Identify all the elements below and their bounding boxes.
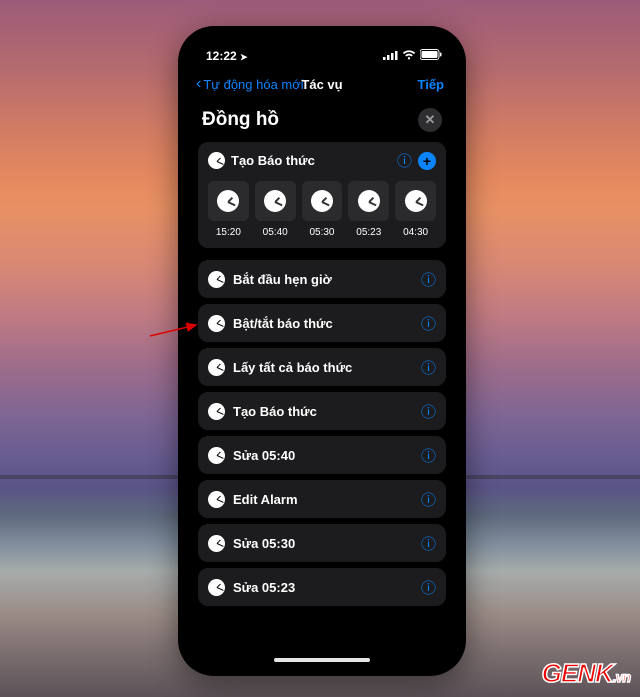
alarm-preset[interactable]: 05:23 (348, 181, 389, 238)
action-edit-alarm[interactable]: Edit Alarm ⓘ (198, 480, 446, 518)
action-edit-0530[interactable]: Sửa 05:30 ⓘ (198, 524, 446, 562)
clock-icon (208, 152, 225, 169)
info-icon[interactable]: ⓘ (421, 357, 436, 378)
alarm-preset[interactable]: 05:30 (302, 181, 343, 238)
add-button[interactable]: + (418, 152, 436, 170)
close-icon: ✕ (425, 112, 436, 128)
action-start-timer[interactable]: Bắt đầu hẹn giờ ⓘ (198, 260, 446, 298)
phone-screen: 12:22 ➤ ‹ Tự động hóa mới Tác vụ (188, 36, 456, 666)
notch (262, 36, 382, 56)
card-title: Tạo Báo thức (231, 153, 391, 168)
clock-icon (208, 447, 225, 464)
signal-icon (383, 49, 398, 63)
clock-icon (208, 491, 225, 508)
close-button[interactable]: ✕ (418, 108, 442, 132)
page-title: Đồng hồ (202, 109, 279, 131)
clock-icon (217, 190, 239, 212)
action-toggle-alarm[interactable]: Bật/tắt báo thức ⓘ (198, 304, 446, 342)
action-edit-0540[interactable]: Sửa 05:40 ⓘ (198, 436, 446, 474)
info-icon[interactable]: ⓘ (421, 489, 436, 510)
home-indicator[interactable] (274, 658, 370, 662)
nav-title: Tác vụ (301, 77, 342, 92)
clock-icon (208, 359, 225, 376)
info-icon[interactable]: ⓘ (421, 401, 436, 422)
alarm-preset[interactable]: 15:20 (208, 181, 249, 238)
phone-frame: 12:22 ➤ ‹ Tự động hóa mới Tác vụ (178, 26, 466, 676)
location-icon: ➤ (240, 52, 248, 62)
info-icon[interactable]: ⓘ (397, 150, 412, 171)
create-alarm-card: Tạo Báo thức ⓘ + 15:20 05:40 05: (198, 142, 446, 248)
clock-icon (208, 315, 225, 332)
nav-bar: ‹ Tự động hóa mới Tác vụ Tiếp (188, 70, 456, 102)
action-get-all-alarms[interactable]: Lấy tất cả báo thức ⓘ (198, 348, 446, 386)
alarm-thumbnails: 15:20 05:40 05:30 05:23 (208, 181, 436, 238)
clock-icon (405, 190, 427, 212)
watermark: GENK.vn (542, 658, 630, 689)
alarm-preset[interactable]: 04:30 (395, 181, 436, 238)
info-icon[interactable]: ⓘ (421, 445, 436, 466)
status-time: 12:22 ➤ (206, 49, 248, 63)
info-icon[interactable]: ⓘ (421, 577, 436, 598)
back-button[interactable]: ‹ Tự động hóa mới (196, 76, 304, 92)
clock-icon (208, 535, 225, 552)
clock-icon (208, 403, 225, 420)
info-icon[interactable]: ⓘ (421, 313, 436, 334)
info-icon[interactable]: ⓘ (421, 533, 436, 554)
clock-icon (311, 190, 333, 212)
chevron-left-icon: ‹ (196, 76, 201, 92)
clock-icon (208, 579, 225, 596)
wifi-icon (402, 49, 416, 63)
alarm-preset[interactable]: 05:40 (255, 181, 296, 238)
clock-icon (264, 190, 286, 212)
clock-icon (358, 190, 380, 212)
action-create-alarm[interactable]: Tạo Báo thức ⓘ (198, 392, 446, 430)
action-edit-0523[interactable]: Sửa 05:23 ⓘ (198, 568, 446, 606)
clock-icon (208, 271, 225, 288)
info-icon[interactable]: ⓘ (421, 269, 436, 290)
battery-icon (420, 49, 442, 63)
next-button[interactable]: Tiếp (418, 77, 445, 92)
